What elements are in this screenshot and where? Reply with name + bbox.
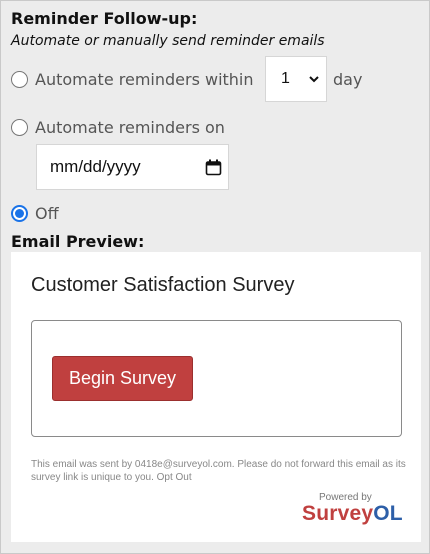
radio-option-within[interactable]: Automate reminders within	[11, 70, 254, 89]
logo-part-ol: OL	[373, 502, 403, 525]
radio-within[interactable]	[11, 71, 28, 88]
date-input[interactable]: mm/dd/yyyy	[36, 144, 229, 190]
chevron-down-icon	[309, 76, 319, 83]
radio-option-on-date[interactable]: Automate reminders on	[11, 118, 225, 137]
logo-part-survey: Survey	[302, 502, 374, 525]
email-disclaimer: This email was sent by 0418e@surveyol.co…	[31, 459, 406, 483]
survey-box: Begin Survey	[31, 320, 402, 437]
reminder-title: Reminder Follow-up:	[11, 9, 198, 28]
radio-option-off[interactable]: Off	[11, 204, 59, 223]
radio-within-label[interactable]: Automate reminders within	[35, 70, 254, 89]
surveyol-logo: SurveyOL	[302, 502, 403, 526]
radio-off[interactable]	[11, 205, 28, 222]
email-preview: Customer Satisfaction Survey Begin Surve…	[11, 252, 421, 542]
email-preview-label: Email Preview:	[11, 232, 145, 251]
days-select[interactable]: 1	[265, 56, 327, 102]
radio-on-date[interactable]	[11, 119, 28, 136]
radio-off-label[interactable]: Off	[35, 204, 59, 223]
radio-on-date-label[interactable]: Automate reminders on	[35, 118, 225, 137]
days-select-value: 1	[281, 70, 290, 87]
begin-survey-button[interactable]: Begin Survey	[52, 356, 193, 401]
calendar-icon[interactable]	[205, 159, 222, 176]
reminder-panel: Reminder Follow-up: Automate or manually…	[0, 0, 430, 554]
date-placeholder: mm/dd/yyyy	[50, 157, 141, 176]
survey-title: Customer Satisfaction Survey	[31, 274, 295, 296]
day-unit-label: day	[333, 70, 363, 89]
reminder-subtitle: Automate or manually send reminder email…	[11, 33, 325, 49]
